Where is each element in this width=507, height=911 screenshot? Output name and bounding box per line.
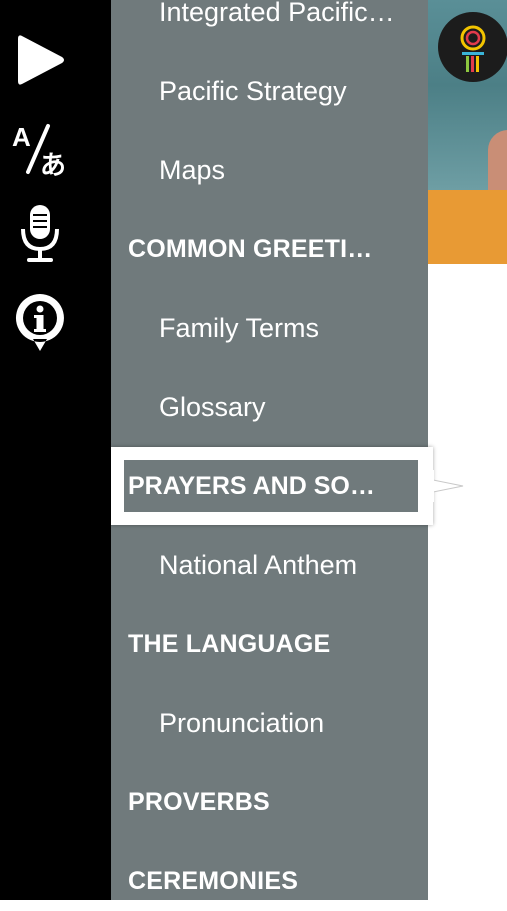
icon-toolbar: A あ	[0, 0, 111, 900]
menu-item-label: Glossary	[159, 391, 266, 422]
menu-section-common-greetings[interactable]: COMMON GREETI…	[111, 219, 428, 279]
menu-item-label: COMMON GREETI…	[128, 234, 373, 263]
play-button[interactable]	[0, 28, 80, 92]
orange-banner	[428, 190, 507, 264]
app-logo	[438, 12, 507, 82]
menu-section-ceremonies[interactable]: CEREMONIES	[111, 851, 428, 911]
menu-item-pronunciation[interactable]: Pronunciation	[111, 693, 428, 753]
menu-item-national-anthem[interactable]: National Anthem	[111, 535, 428, 595]
menu-item-maps[interactable]: Maps	[111, 140, 428, 200]
menu-item-integrated-pacific[interactable]: Integrated Pacific…	[111, 0, 428, 42]
microphone-button[interactable]	[0, 202, 80, 266]
info-button[interactable]	[0, 290, 80, 354]
logo-icon	[460, 25, 486, 72]
menu-item-label: THE LANGUAGE	[128, 629, 331, 658]
menu-section-the-language[interactable]: THE LANGUAGE	[111, 614, 428, 674]
play-icon	[18, 35, 64, 85]
menu-item-label: PROVERBS	[128, 787, 270, 816]
menu-item-label: PRAYERS AND SO…	[128, 471, 375, 500]
menu-item-label: CEREMONIES	[128, 866, 299, 895]
menu-item-label: Pronunciation	[159, 707, 325, 738]
translate-button[interactable]: A あ	[0, 118, 80, 182]
svg-text:あ: あ	[40, 151, 66, 180]
menu-item-glossary[interactable]: Glossary	[111, 377, 428, 437]
selection-pointer-icon	[429, 470, 464, 502]
menu-item-label: Maps	[159, 154, 226, 185]
svg-text:A: A	[12, 122, 31, 152]
menu-item-label: Pacific Strategy	[159, 75, 347, 106]
menu-section-proverbs[interactable]: PROVERBS	[111, 772, 428, 832]
translate-icon: A あ	[12, 122, 66, 180]
menu-item-family-terms[interactable]: Family Terms	[111, 298, 428, 358]
menu-item-label: Family Terms	[159, 312, 320, 343]
menu-section-prayers-and-songs[interactable]: PRAYERS AND SO…	[124, 460, 418, 512]
menu-item-label: National Anthem	[159, 549, 358, 580]
menu-item-pacific-strategy[interactable]: Pacific Strategy	[111, 61, 428, 121]
microphone-icon	[21, 205, 59, 262]
info-icon	[15, 294, 64, 351]
menu-item-label: Integrated Pacific…	[159, 0, 395, 27]
